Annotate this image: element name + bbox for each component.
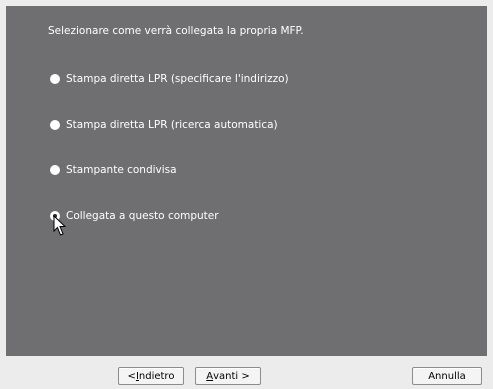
option-label: Collegata a questo computer: [66, 210, 219, 222]
back-button[interactable]: < Indietro: [118, 367, 184, 385]
option-local-computer[interactable]: Collegata a questo computer: [50, 210, 219, 222]
back-label: ndietro: [138, 370, 175, 382]
cancel-label: Annulla: [428, 370, 466, 382]
next-label: vanti >: [213, 370, 250, 382]
option-label: Stampa diretta LPR (ricerca automatica): [66, 119, 278, 131]
cancel-button[interactable]: Annulla: [412, 367, 482, 385]
radio-button[interactable]: [50, 74, 60, 84]
option-shared-printer[interactable]: Stampante condivisa: [50, 164, 177, 176]
option-lpr-auto-search[interactable]: Stampa diretta LPR (ricerca automatica): [50, 119, 278, 131]
connection-options-panel: Selezionare come verrà collegata la prop…: [6, 6, 487, 356]
back-arrow-label: <: [127, 370, 136, 382]
next-accel-key: A: [206, 370, 214, 382]
next-button[interactable]: Avanti >: [195, 367, 261, 385]
setup-wizard-window: Selezionare come verrà collegata la prop…: [0, 0, 493, 389]
instruction-text: Selezionare come verrà collegata la prop…: [48, 25, 304, 37]
option-lpr-specify-address[interactable]: Stampa diretta LPR (specificare l'indiri…: [50, 73, 289, 85]
option-label: Stampa diretta LPR (specificare l'indiri…: [66, 73, 289, 85]
mouse-pointer-icon: [53, 215, 67, 236]
radio-button[interactable]: [50, 120, 60, 130]
option-label: Stampante condivisa: [66, 164, 177, 176]
radio-button[interactable]: [50, 165, 60, 175]
button-bar: < Indietro Avanti > Annulla: [6, 358, 487, 389]
